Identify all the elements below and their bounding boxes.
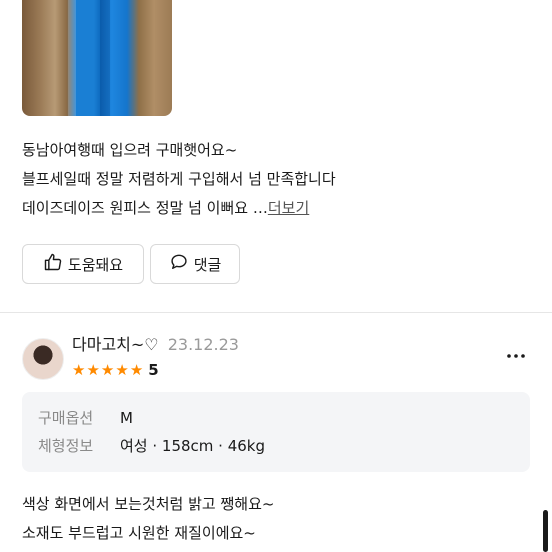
- rating-value: 5: [148, 361, 159, 379]
- star-icon: ★: [100, 361, 115, 379]
- more-icon[interactable]: [505, 346, 527, 366]
- review-text-line: 동남아여행때 입으려 구매햇어요~: [22, 141, 238, 159]
- photo-detail: [68, 0, 76, 116]
- helpful-label: 도움돼요: [67, 255, 124, 274]
- thumbs-up-icon: [43, 252, 63, 276]
- scrollbar[interactable]: [543, 510, 548, 552]
- star-icon: ★: [115, 361, 129, 379]
- review-photo[interactable]: [22, 0, 172, 116]
- option-key: 구매옵션: [38, 409, 94, 427]
- star-rating: ★ ★ ★ ★ ★ 5: [72, 361, 159, 379]
- star-icon: ★: [129, 361, 144, 379]
- review-date: 23.12.23: [167, 335, 239, 354]
- review-text-line: 색상 화면에서 보는것처럼 밝고 쨍해요~: [22, 495, 275, 513]
- review-text-line: 소재도 부드럽고 시원한 재질이에요~: [22, 524, 256, 542]
- review-text-last: 데이즈데이즈 원피스 정말 넘 이뻐요 …더보기: [22, 198, 309, 218]
- review-header: 다마고치~♡ 23.12.23: [72, 335, 239, 355]
- review-text-line: 블프세일때 정말 저렴하게 구입해서 넘 만족합니다: [22, 170, 336, 188]
- body-info-key: 체형정보: [38, 437, 94, 455]
- body-info-row: 체형정보 여성 · 158cm · 46kg: [38, 436, 265, 456]
- comment-button[interactable]: 댓글: [150, 244, 240, 284]
- body-info-value: 여성 · 158cm · 46kg: [120, 437, 265, 455]
- more-link[interactable]: 더보기: [268, 199, 309, 217]
- option-row: 구매옵션 M: [38, 408, 133, 428]
- star-icon: ★: [86, 361, 100, 379]
- comment-icon: [169, 252, 189, 276]
- purchase-info-box: 구매옵션 M 체형정보 여성 · 158cm · 46kg: [22, 392, 530, 472]
- photo-detail: [100, 0, 110, 116]
- review-text-line: 데이즈데이즈 원피스 정말 넘 이뻐요 …: [22, 199, 268, 217]
- username[interactable]: 다마고치~♡: [72, 335, 159, 354]
- star-icon: ★: [72, 361, 86, 379]
- divider: [0, 312, 552, 313]
- avatar[interactable]: [22, 338, 64, 380]
- comment-label: 댓글: [193, 255, 222, 274]
- helpful-button[interactable]: 도움돼요: [22, 244, 144, 284]
- option-value: M: [120, 409, 133, 427]
